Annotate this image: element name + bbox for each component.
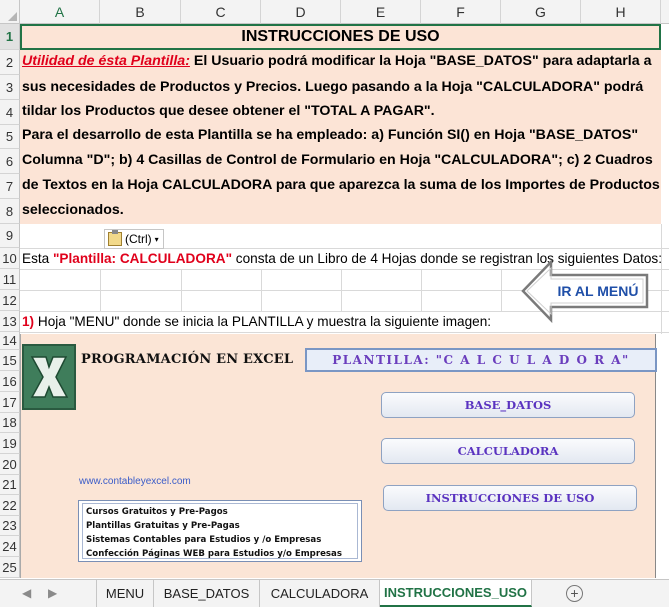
row3-cell[interactable]: sus necesidades de Productos y Precios. … — [22, 79, 643, 95]
row8-cell[interactable]: seleccionados. — [22, 202, 124, 218]
col-header-overflow — [661, 0, 669, 24]
row13-number: 1) — [22, 314, 35, 329]
add-sheet-icon[interactable]: + — [566, 585, 583, 602]
row-header-11[interactable]: 11 — [0, 269, 20, 290]
row-header-21[interactable]: 21 — [0, 475, 20, 495]
plantilla-title: PLANTILLA: "C A L C U L A D O R A" — [305, 348, 657, 372]
row-header-3[interactable]: 3 — [0, 75, 20, 100]
row-header-24[interactable]: 24 — [0, 536, 20, 557]
service-line: Sistemas Contables para Estudios y /o Em… — [86, 535, 322, 545]
menu-preview-image: PROGRAMACIÓN EN EXCEL PLANTILLA: "C A L … — [20, 334, 657, 578]
row-header-18[interactable]: 18 — [0, 413, 20, 433]
clipboard-icon — [108, 230, 122, 246]
tab-instrucciones-uso[interactable]: INSTRUCCIONES_USO — [380, 580, 532, 607]
row6-cell[interactable]: Columna "D"; b) 4 Casillas de Control de… — [22, 152, 653, 168]
row-header-7[interactable]: 7 — [0, 174, 20, 199]
row-header-9[interactable]: 9 — [0, 224, 20, 248]
row2-text: El Usuario podrá modificar la Hoja "BASE… — [189, 53, 652, 69]
go-to-menu-button[interactable]: IR AL MENÚ — [521, 258, 653, 324]
row-header-17[interactable]: 17 — [0, 392, 20, 413]
gridline — [421, 269, 422, 311]
worksheet[interactable]: A B C D E F G H 1 2 3 4 5 6 7 8 9 10 11 … — [0, 0, 669, 607]
service-line: Cursos Gratuitos y Pre-Pagos — [86, 507, 228, 517]
row10-pre: Esta — [22, 251, 53, 266]
gridline — [181, 269, 182, 311]
row7-cell[interactable]: de Textos en la Hoja CALCULADORA para qu… — [22, 177, 660, 193]
row4-cell[interactable]: tildar los Productos que desee obtener e… — [22, 103, 435, 119]
row-header-6[interactable]: 6 — [0, 149, 20, 174]
website-link[interactable]: www.contableyexcel.com — [79, 476, 191, 487]
row2-cell[interactable]: Utilidad de ésta Plantilla: El Usuario p… — [22, 53, 651, 69]
row-header-19[interactable]: 19 — [0, 433, 20, 454]
col-header-h[interactable]: H — [581, 0, 661, 24]
gridline — [261, 269, 262, 311]
col-header-b[interactable]: B — [100, 0, 181, 24]
excel-logo-icon — [22, 344, 76, 410]
row-header-16[interactable]: 16 — [0, 371, 20, 392]
go-to-menu-label: IR AL MENÚ — [557, 283, 639, 299]
gridline — [501, 269, 502, 311]
title-cell[interactable]: INSTRUCCIONES DE USO — [20, 24, 661, 50]
service-line: Confección Páginas WEB para Estudios y/o… — [86, 549, 342, 559]
row-header-12[interactable]: 12 — [0, 290, 20, 311]
row10-highlight: "Plantilla: CALCULADORA" — [52, 251, 233, 266]
paste-options-label: (Ctrl) — [125, 232, 152, 246]
next-sheet-icon[interactable]: ▶ — [48, 586, 57, 600]
row-header-2[interactable]: 2 — [0, 50, 20, 75]
row-header-4[interactable]: 4 — [0, 100, 20, 125]
row13-text: Hoja "MENU" donde se inicia la PLANTILLA… — [34, 314, 492, 329]
row-header-22[interactable]: 22 — [0, 495, 20, 516]
gridline — [661, 224, 662, 334]
instrucciones-button[interactable]: INSTRUCCIONES DE USO — [383, 485, 637, 511]
row-header-10[interactable]: 10 — [0, 248, 20, 269]
row13-cell[interactable]: 1) Hoja "MENU" donde se inicia la PLANTI… — [22, 314, 491, 329]
chevron-down-icon: ▾ — [154, 234, 159, 244]
col-header-a[interactable]: A — [20, 0, 100, 24]
row-header-14[interactable]: 14 — [0, 332, 20, 350]
utility-label: Utilidad de ésta Plantilla: — [22, 53, 190, 69]
services-box: Cursos Gratuitos y Pre-Pagos Plantillas … — [78, 500, 362, 562]
col-header-d[interactable]: D — [261, 0, 341, 24]
gridline — [20, 332, 669, 333]
base-datos-button[interactable]: BASE_DATOS — [381, 392, 635, 418]
service-line: Plantillas Gratuitas y Pre-Pagas — [86, 521, 240, 531]
row-header-13[interactable]: 13 — [0, 311, 20, 332]
tab-base-datos[interactable]: BASE_DATOS — [154, 580, 260, 607]
row-header-25[interactable]: 25 — [0, 557, 20, 578]
paste-options-button[interactable]: (Ctrl) ▾ — [104, 229, 164, 249]
row-header-23[interactable]: 23 — [0, 516, 20, 536]
gridline — [100, 269, 101, 311]
sheet-tab-bar: ◀ ▶ MENU BASE_DATOS CALCULADORA INSTRUCC… — [0, 579, 669, 607]
col-header-c[interactable]: C — [181, 0, 261, 24]
row-header-20[interactable]: 20 — [0, 454, 20, 475]
col-header-f[interactable]: F — [421, 0, 501, 24]
prev-sheet-icon[interactable]: ◀ — [22, 586, 31, 600]
calculadora-button[interactable]: CALCULADORA — [381, 438, 635, 464]
col-header-e[interactable]: E — [341, 0, 421, 24]
col-header-g[interactable]: G — [501, 0, 581, 24]
tab-calculadora[interactable]: CALCULADORA — [260, 580, 380, 607]
gridline — [341, 269, 342, 311]
programming-title: PROGRAMACIÓN EN EXCEL — [81, 352, 294, 367]
select-all-corner[interactable] — [0, 0, 20, 24]
tab-menu[interactable]: MENU — [96, 580, 154, 607]
row-header-1[interactable]: 1 — [0, 24, 20, 50]
row-header-15[interactable]: 15 — [0, 350, 20, 371]
row-header-5[interactable]: 5 — [0, 125, 20, 149]
row5-cell[interactable]: Para el desarrollo de esta Plantilla se … — [22, 127, 638, 143]
row-header-8[interactable]: 8 — [0, 199, 20, 224]
